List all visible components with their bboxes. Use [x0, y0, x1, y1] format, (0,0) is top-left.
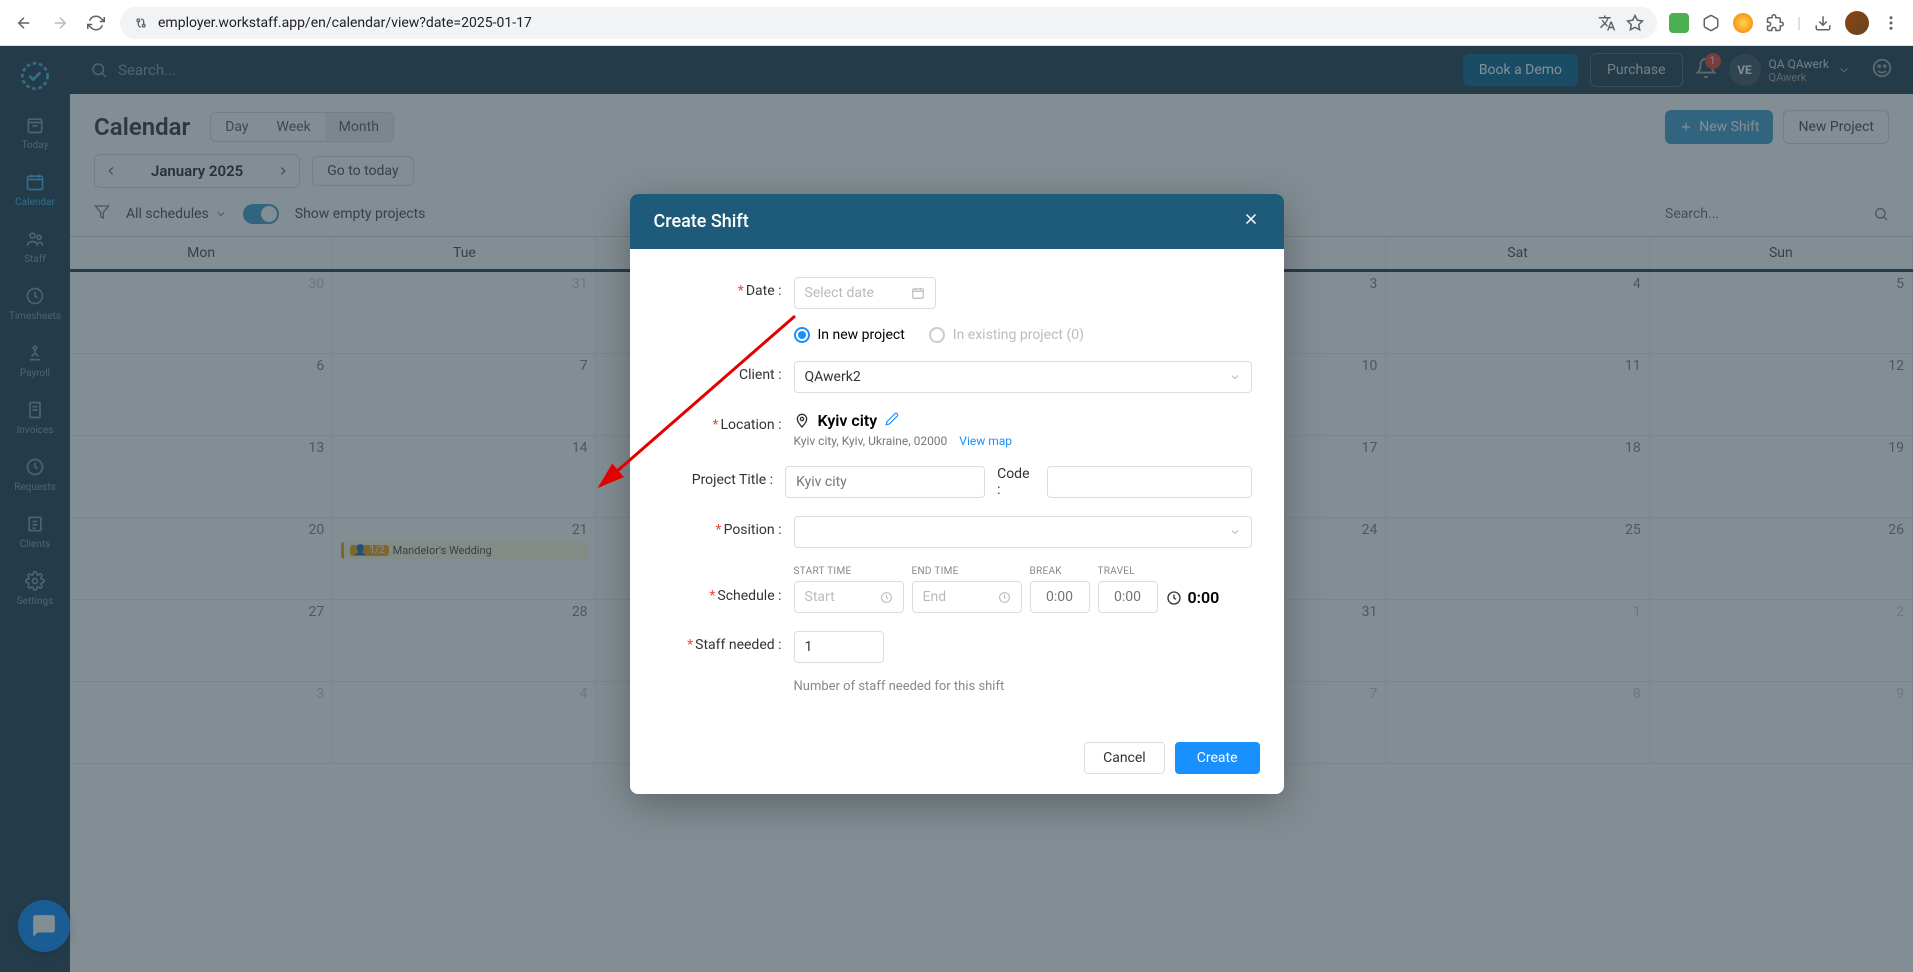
staff-needed-input[interactable] [794, 631, 884, 663]
project-title-label: Project Title : [692, 472, 773, 488]
create-shift-modal: Create Shift *Date : Select date [630, 194, 1284, 794]
client-select[interactable]: QAwerk2 [794, 361, 1252, 393]
create-button[interactable]: Create [1175, 742, 1260, 774]
url-bar[interactable]: employer.workstaff.app/en/calendar/view?… [120, 7, 1657, 39]
date-input[interactable]: Select date [794, 277, 936, 309]
menu-icon[interactable] [1881, 13, 1901, 33]
forward-button[interactable] [48, 11, 72, 35]
location-name: Kyiv city [818, 411, 878, 430]
url-text: employer.workstaff.app/en/calendar/view?… [158, 15, 1589, 31]
project-title-input[interactable] [785, 466, 985, 498]
clock-icon [1166, 590, 1182, 606]
pin-icon [794, 413, 810, 429]
radio-checked-icon [794, 327, 810, 343]
end-time-input[interactable]: End [912, 581, 1022, 613]
travel-header: TRAVEL [1098, 566, 1158, 577]
translate-icon[interactable] [1597, 13, 1617, 33]
radio-new-project[interactable]: In new project [794, 327, 905, 343]
staff-helper-text: Number of staff needed for this shift [794, 679, 1005, 694]
extensions-icon[interactable] [1765, 13, 1785, 33]
total-duration: 0:00 [1188, 588, 1220, 607]
date-label: Date : [746, 283, 782, 299]
profile-avatar[interactable] [1845, 11, 1869, 35]
start-time-input[interactable]: Start [794, 581, 904, 613]
view-map-link[interactable]: View map [959, 434, 1012, 448]
location-address: Kyiv city, Kyiv, Ukraine, 02000 [794, 434, 948, 448]
browser-chrome: employer.workstaff.app/en/calendar/view?… [0, 0, 1913, 46]
chrome-extensions: | [1669, 11, 1901, 35]
staff-label: Staff needed : [695, 637, 781, 653]
chevron-down-icon [1229, 371, 1241, 383]
modal-title: Create Shift [654, 211, 749, 232]
code-label: Code : [997, 466, 1035, 498]
cancel-button[interactable]: Cancel [1084, 742, 1165, 774]
travel-input[interactable] [1098, 581, 1158, 613]
close-icon[interactable] [1242, 210, 1260, 233]
ext-icon-3[interactable] [1733, 13, 1753, 33]
position-select[interactable] [794, 516, 1252, 548]
end-time-header: END TIME [912, 566, 1022, 577]
radio-unchecked-icon [929, 327, 945, 343]
star-icon[interactable] [1625, 13, 1645, 33]
radio-existing-project[interactable]: In existing project (0) [929, 327, 1084, 343]
site-settings-icon[interactable] [132, 14, 150, 32]
break-input[interactable] [1030, 581, 1090, 613]
code-input[interactable] [1047, 466, 1251, 498]
schedule-label: Schedule : [717, 588, 781, 604]
location-label: Location : [720, 417, 781, 433]
clock-icon [880, 591, 893, 604]
chevron-down-icon [1229, 526, 1241, 538]
back-button[interactable] [12, 11, 36, 35]
reload-button[interactable] [84, 11, 108, 35]
download-icon[interactable] [1813, 13, 1833, 33]
position-label: Position : [724, 522, 782, 538]
ext-icon-2[interactable] [1701, 13, 1721, 33]
start-time-header: START TIME [794, 566, 904, 577]
client-label: Client : [739, 367, 782, 383]
break-header: BREAK [1030, 566, 1090, 577]
ext-icon-1[interactable] [1669, 13, 1689, 33]
edit-location-button[interactable] [885, 411, 899, 430]
clock-icon [998, 591, 1011, 604]
calendar-icon [911, 286, 925, 300]
